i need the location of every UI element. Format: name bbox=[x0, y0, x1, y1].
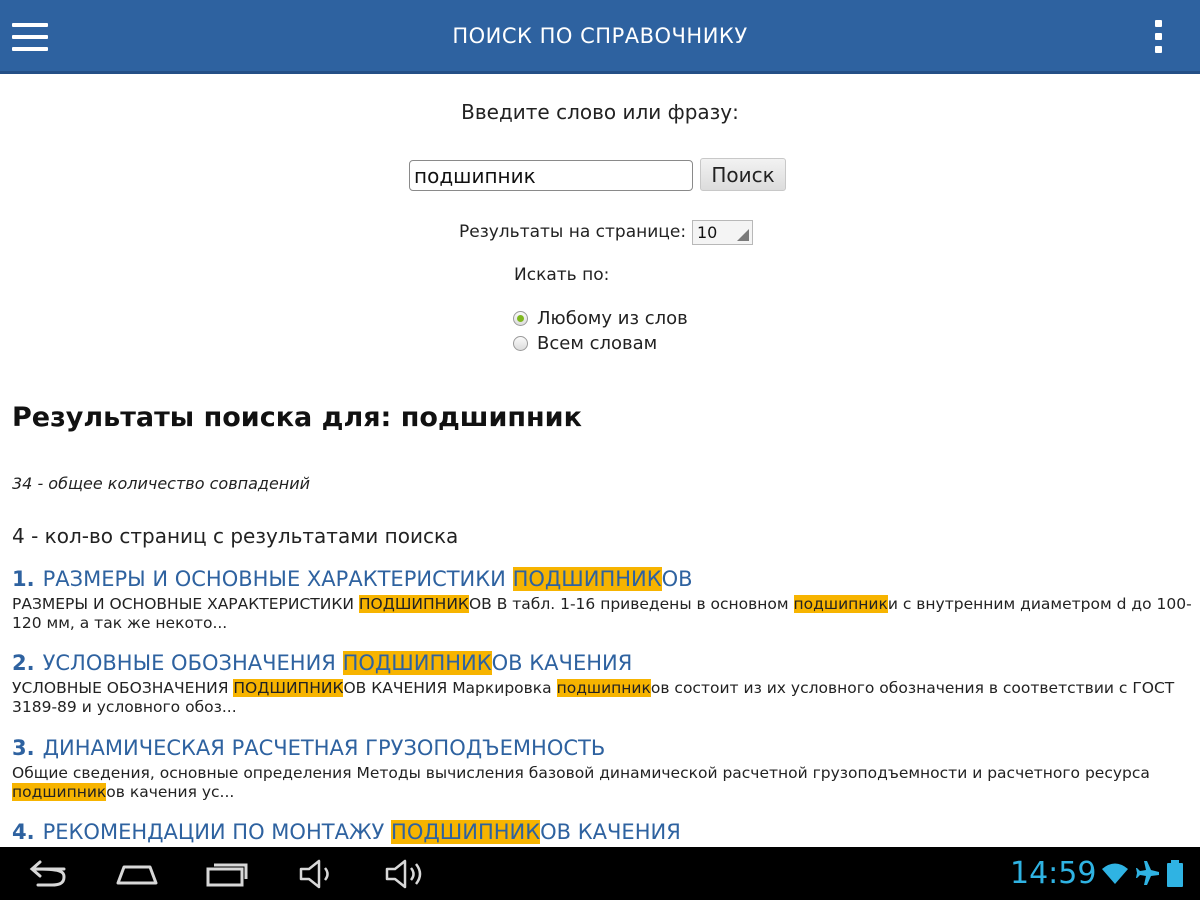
result-snippet: УСЛОВНЫЕ ОБОЗНАЧЕНИЯ ПОДШИПНИКОВ КАЧЕНИЯ… bbox=[12, 679, 1192, 717]
result-title-link[interactable]: 3. ДИНАМИЧЕСКАЯ РАСЧЕТНАЯ ГРУЗОПОДЪЕМНОСТ… bbox=[12, 735, 1192, 761]
highlighted-term: ПОДШИПНИК bbox=[233, 679, 344, 697]
radio-checked-icon[interactable] bbox=[513, 311, 528, 326]
snippet-text: ОВ КАЧЕНИЯ Маркировка bbox=[343, 679, 557, 697]
search-by-label: Искать по: bbox=[514, 265, 610, 285]
search-button[interactable]: Поиск bbox=[700, 158, 786, 191]
battery-icon bbox=[1167, 860, 1183, 887]
result-title-link[interactable]: 4. РЕКОМЕНДАЦИИ ПО МОНТАЖУ ПОДШИПНИКОВ КА… bbox=[12, 819, 1192, 845]
radio-unchecked-icon[interactable] bbox=[513, 336, 528, 351]
dropdown-arrow-icon bbox=[737, 229, 749, 241]
radio-label: Всем словам bbox=[537, 333, 658, 354]
overflow-menu-icon[interactable] bbox=[1152, 18, 1164, 56]
app-title: ПОИСК ПО СПРАВОЧНИКУ bbox=[452, 24, 748, 48]
result-snippet: Общие сведения, основные определения Мет… bbox=[12, 764, 1192, 802]
app-bar: ПОИСК ПО СПРАВОЧНИКУ bbox=[0, 0, 1200, 74]
result-title-text: ОВ КАЧЕНИЯ bbox=[540, 820, 681, 844]
result-number: 3. bbox=[12, 736, 35, 760]
highlighted-term: ПОДШИПНИК bbox=[391, 820, 541, 844]
result-title-link[interactable]: 1. РАЗМЕРЫ И ОСНОВНЫЕ ХАРАКТЕРИСТИКИ ПОДШ… bbox=[12, 566, 1192, 592]
total-matches: 34 - общее количество совпадений bbox=[12, 474, 311, 493]
wifi-icon bbox=[1102, 863, 1128, 884]
result-title-text: РАЗМЕРЫ И ОСНОВНЫЕ ХАРАКТЕРИСТИКИ bbox=[42, 567, 513, 591]
radio-label: Любому из слов bbox=[537, 308, 688, 329]
search-input[interactable] bbox=[409, 160, 693, 191]
airplane-icon bbox=[1136, 861, 1159, 885]
per-page-select[interactable]: 10 bbox=[692, 220, 753, 245]
result-item: 1. РАЗМЕРЫ И ОСНОВНЫЕ ХАРАКТЕРИСТИКИ ПОДШ… bbox=[12, 566, 1192, 633]
result-number: 4. bbox=[12, 820, 35, 844]
result-title-text: РЕКОМЕНДАЦИИ ПО МОНТАЖУ bbox=[42, 820, 392, 844]
highlighted-term: ПОДШИПНИК bbox=[512, 567, 662, 591]
result-snippet: РАЗМЕРЫ И ОСНОВНЫЕ ХАРАКТЕРИСТИКИ ПОДШИП… bbox=[12, 595, 1192, 633]
highlighted-term: подшипник bbox=[12, 783, 107, 801]
snippet-text: ОВ В табл. 1-16 приведены в основном bbox=[468, 595, 794, 613]
snippet-text: РАЗМЕРЫ И ОСНОВНЫЕ ХАРАКТЕРИСТИКИ bbox=[12, 595, 359, 613]
snippet-text: Общие сведения, основные определения Мет… bbox=[12, 764, 1150, 782]
result-item: 2. УСЛОВНЫЕ ОБОЗНАЧЕНИЯ ПОДШИПНИКОВ КАЧЕН… bbox=[12, 650, 1192, 717]
snippet-text: УСЛОВНЫЕ ОБОЗНАЧЕНИЯ bbox=[12, 679, 234, 697]
volume-up-icon[interactable] bbox=[384, 857, 428, 891]
highlighted-term: ПОДШИПНИК bbox=[358, 595, 469, 613]
pages-count: 4 - кол-во страниц с результатами поиска bbox=[12, 524, 459, 548]
result-title-link[interactable]: 2. УСЛОВНЫЕ ОБОЗНАЧЕНИЯ ПОДШИПНИКОВ КАЧЕН… bbox=[12, 650, 1192, 676]
result-item: 3. ДИНАМИЧЕСКАЯ РАСЧЕТНАЯ ГРУЗОПОДЪЕМНОСТ… bbox=[12, 735, 1192, 802]
result-number: 2. bbox=[12, 651, 35, 675]
system-nav-bar: 14:59 bbox=[0, 847, 1200, 900]
result-title-text: УСЛОВНЫЕ ОБОЗНАЧЕНИЯ bbox=[42, 651, 343, 675]
results-heading: Результаты поиска для: подшипник bbox=[12, 402, 582, 433]
home-icon[interactable] bbox=[114, 857, 160, 891]
per-page-label: Результаты на странице: bbox=[459, 222, 687, 242]
result-number: 1. bbox=[12, 567, 35, 591]
result-title-text: ДИНАМИЧЕСКАЯ РАСЧЕТНАЯ ГРУЗОПОДЪЕМНОСТЬ bbox=[42, 736, 606, 760]
highlighted-term: ПОДШИПНИК bbox=[342, 651, 492, 675]
search-prompt: Введите слово или фразу: bbox=[461, 100, 739, 124]
status-clock: 14:59 bbox=[1010, 856, 1097, 891]
volume-down-icon[interactable] bbox=[298, 857, 338, 891]
per-page-value: 10 bbox=[697, 223, 718, 242]
highlighted-term: подшипник bbox=[556, 679, 651, 697]
back-icon[interactable] bbox=[24, 857, 68, 891]
result-title-text: ОВ bbox=[661, 567, 693, 591]
highlighted-term: подшипник bbox=[793, 595, 888, 613]
snippet-text: ов качения ус... bbox=[106, 783, 235, 801]
recent-apps-icon[interactable] bbox=[204, 857, 250, 891]
result-item: 4. РЕКОМЕНДАЦИИ ПО МОНТАЖУ ПОДШИПНИКОВ КА… bbox=[12, 819, 1192, 845]
result-title-text: ОВ КАЧЕНИЯ bbox=[491, 651, 633, 675]
